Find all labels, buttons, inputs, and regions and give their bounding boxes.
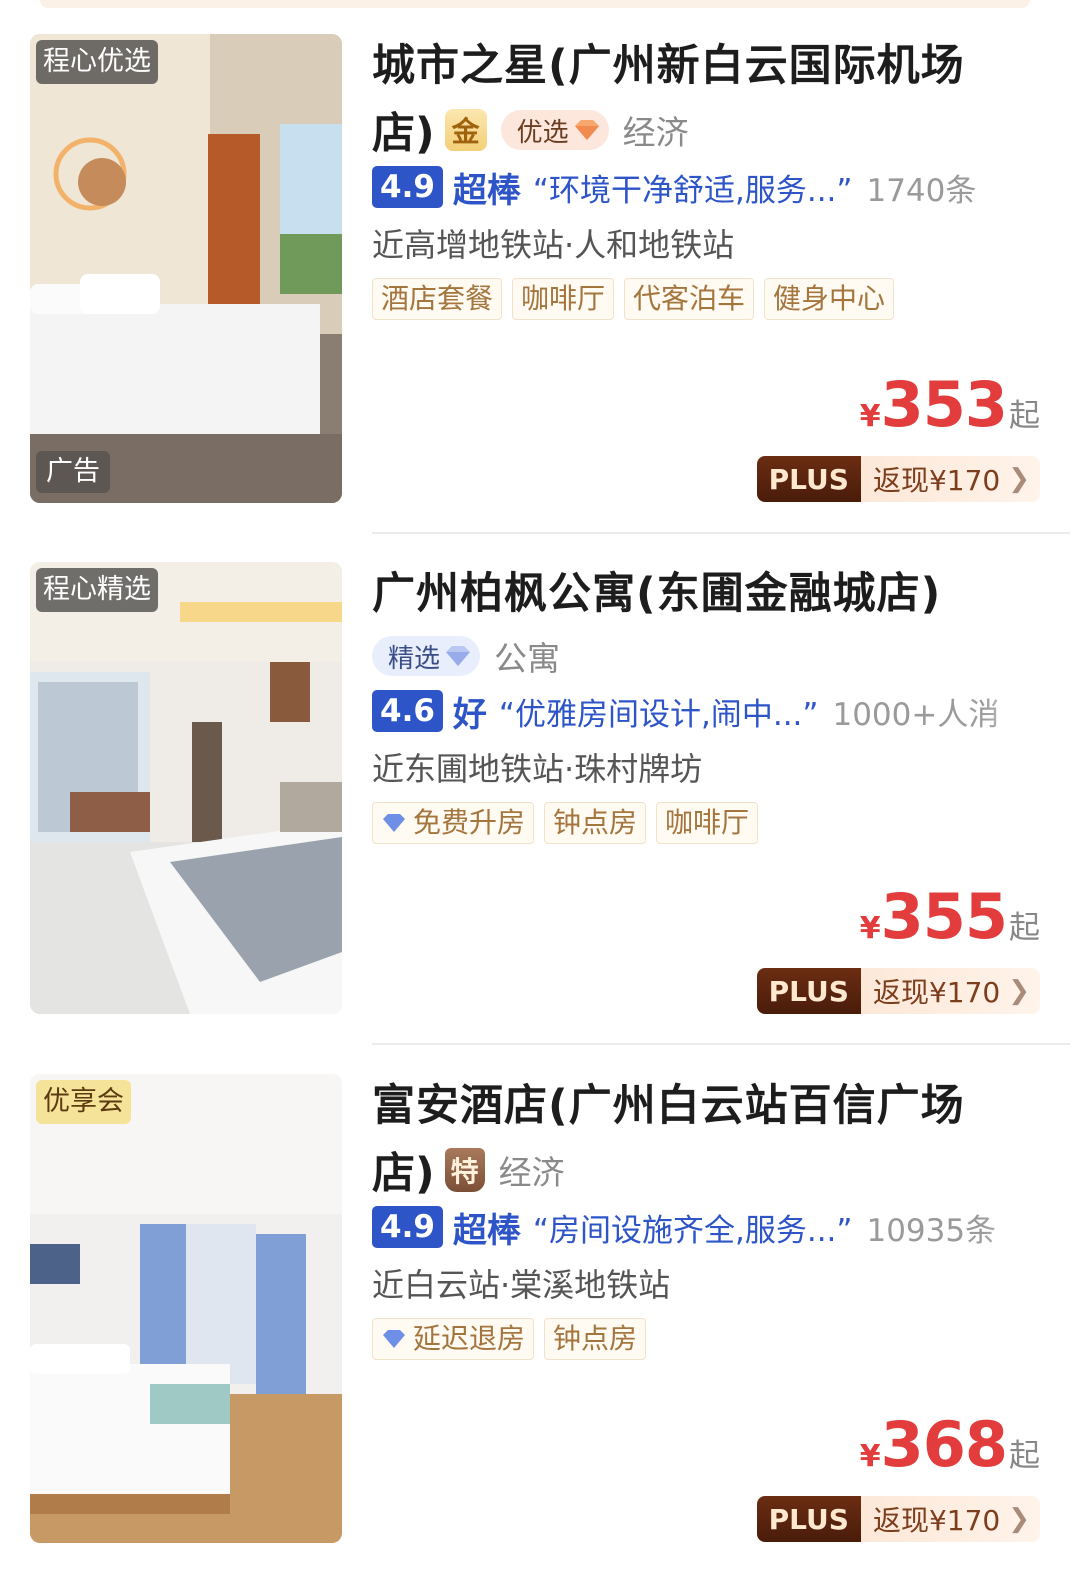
rating-level: 超棒 (452, 1210, 521, 1251)
room-photo-illustration (30, 34, 342, 503)
room-photo-illustration (30, 1074, 342, 1543)
ad-badge: 广告 (36, 451, 110, 493)
currency-symbol: ¥ (859, 1439, 881, 1474)
hotel-card[interactable]: 程心精选 广州柏枫公寓(东圃金融城店) 精选 公寓 4.6 好 “优雅房间设计,… (0, 562, 1080, 1016)
price-suffix: 起 (1009, 1438, 1040, 1474)
price-amount: 353 (880, 368, 1008, 441)
cashback-text: 返现¥170 (872, 464, 1001, 497)
plus-label: PLUS (756, 456, 861, 502)
hotel-name[interactable]: 广州柏枫公寓(东圃金融城店) (372, 562, 1052, 626)
plus-label: PLUS (756, 968, 861, 1014)
rating-row[interactable]: 4.9 超棒 “环境干净舒适,服务...” 1740条 (372, 162, 1052, 212)
chevron-right-icon: ❯ (1008, 1504, 1030, 1534)
hotel-name-continued[interactable]: 店) (372, 99, 435, 161)
text-fade (982, 686, 1052, 736)
hotel-photo[interactable]: 程心精选 (30, 562, 342, 1014)
hotel-category: 经济 (498, 1153, 565, 1192)
facility-tag-label: 免费升房 (413, 806, 526, 839)
facility-tags: 延迟退房 钟点房 (372, 1318, 1052, 1362)
previous-card-edge (40, 0, 1030, 8)
review-count: 1000+人消 (832, 696, 1000, 733)
cashback-label: 返现¥170 ❯ (860, 456, 1040, 502)
select-badge-label: 优选 (516, 117, 569, 148)
nearby-location: 近东圃地铁站·珠村牌坊 (372, 750, 703, 788)
special-tier-badge: 特 (444, 1148, 485, 1192)
image-badge: 程心精选 (36, 568, 158, 612)
facility-tags: 酒店套餐 咖啡厅 代客泊车 健身中心 (372, 278, 1052, 322)
review-count: 10935条 (866, 1212, 997, 1249)
plus-label: PLUS (756, 1496, 861, 1542)
rating-level: 超棒 (452, 170, 521, 211)
facility-tag: 免费升房 (372, 802, 535, 844)
price: ¥ 355 起 (860, 880, 1040, 953)
cashback-text: 返现¥170 (872, 976, 1001, 1009)
plus-cashback-button[interactable]: PLUS 返现¥170 ❯ (756, 968, 1040, 1014)
hotel-photo[interactable]: 程心优选 广告 (30, 34, 342, 503)
hotel-name[interactable]: 城市之星(广州新白云国际机场 (372, 34, 1052, 98)
price: ¥ 353 起 (860, 368, 1040, 441)
plus-cashback-button[interactable]: PLUS 返现¥170 ❯ (756, 456, 1040, 502)
divider (372, 1043, 1070, 1045)
select-badge-label: 精选 (388, 643, 441, 674)
facility-tag: 钟点房 (544, 1318, 647, 1360)
cashback-label: 返现¥170 ❯ (860, 968, 1040, 1014)
rating-level: 好 (452, 694, 487, 735)
room-photo-illustration (30, 562, 342, 1014)
chevron-right-icon: ❯ (1008, 976, 1030, 1006)
facility-tag: 健身中心 (764, 278, 895, 320)
text-fade (982, 162, 1052, 212)
select-badge: 优选 (500, 110, 609, 150)
review-count: 1740条 (866, 172, 977, 209)
facility-tag: 咖啡厅 (656, 802, 759, 844)
rating-score: 4.6 (372, 690, 443, 732)
text-fade (982, 1202, 1052, 1252)
currency-symbol: ¥ (859, 399, 881, 434)
facility-tag: 代客泊车 (624, 278, 755, 320)
hotel-name[interactable]: 富安酒店(广州白云站百信广场 (372, 1074, 1052, 1138)
rating-row[interactable]: 4.6 好 “优雅房间设计,闹中...” 1000+人消 (372, 686, 1052, 736)
cashback-text: 返现¥170 (872, 1504, 1001, 1537)
cashback-label: 返现¥170 ❯ (860, 1496, 1040, 1542)
image-badge: 优享会 (36, 1080, 131, 1124)
hotel-info: 富安酒店(广州白云站百信广场 店) 特 经济 4.9 超棒 “房间设施齐全,服务… (372, 1074, 1052, 1362)
facility-tag: 延迟退房 (372, 1318, 535, 1360)
facility-tag: 咖啡厅 (512, 278, 615, 320)
diamond-icon (383, 814, 405, 832)
plus-cashback-button[interactable]: PLUS 返现¥170 ❯ (756, 1496, 1040, 1542)
diamond-icon (383, 1330, 405, 1348)
hotel-photo[interactable]: 优享会 (30, 1074, 342, 1543)
facility-tag: 钟点房 (544, 802, 647, 844)
hotel-card[interactable]: 程心优选 广告 城市之星(广州新白云国际机场 店) 金 优选 经济 4.9 超棒… (0, 34, 1080, 504)
select-badge: 精选 (372, 636, 481, 676)
nearby-location: 近白云站·棠溪地铁站 (372, 1266, 671, 1304)
facility-tags: 免费升房 钟点房 咖啡厅 (372, 802, 1052, 846)
review-quote: “房间设施齐全,服务...” (532, 1212, 853, 1249)
hotel-card[interactable]: 优享会 富安酒店(广州白云站百信广场 店) 特 经济 4.9 超棒 “房间设施齐… (0, 1074, 1080, 1544)
hotel-category: 公寓 (494, 639, 561, 678)
price-amount: 355 (880, 880, 1008, 953)
gold-tier-badge: 金 (444, 109, 487, 151)
hotel-info: 城市之星(广州新白云国际机场 店) 金 优选 经济 4.9 超棒 “环境干净舒适… (372, 34, 1052, 322)
diamond-icon (446, 646, 471, 666)
review-quote: “优雅房间设计,闹中...” (498, 696, 819, 733)
image-badge: 程心优选 (36, 40, 158, 84)
diamond-icon (574, 120, 599, 140)
rating-score: 4.9 (372, 1206, 443, 1248)
currency-symbol: ¥ (859, 911, 881, 946)
price: ¥ 368 起 (860, 1408, 1040, 1481)
hotel-info: 广州柏枫公寓(东圃金融城店) 精选 公寓 4.6 好 “优雅房间设计,闹中...… (372, 562, 1052, 846)
price-amount: 368 (880, 1408, 1008, 1481)
price-suffix: 起 (1009, 398, 1040, 434)
nearby-location: 近高增地铁站·人和地铁站 (372, 226, 735, 264)
hotel-category: 经济 (622, 113, 689, 152)
price-suffix: 起 (1009, 910, 1040, 946)
hotel-name-continued[interactable]: 店) (372, 1139, 435, 1201)
rating-score: 4.9 (372, 166, 443, 208)
review-quote: “环境干净舒适,服务...” (532, 172, 853, 209)
chevron-right-icon: ❯ (1008, 464, 1030, 494)
facility-tag: 酒店套餐 (372, 278, 503, 320)
facility-tag-label: 延迟退房 (413, 1322, 526, 1355)
rating-row[interactable]: 4.9 超棒 “房间设施齐全,服务...” 10935条 (372, 1202, 1052, 1252)
divider (372, 532, 1070, 534)
